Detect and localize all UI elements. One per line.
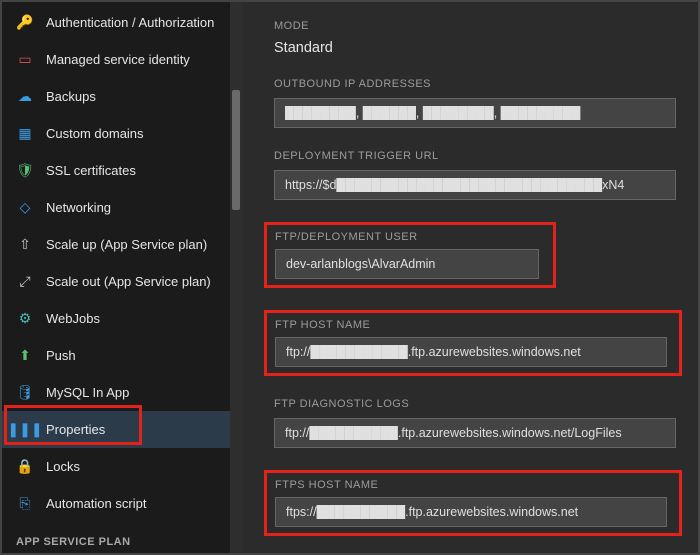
sidebar-item-label: Managed service identity <box>46 52 190 67</box>
section-header-app-service-plan: APP SERVICE PLAN <box>2 522 242 553</box>
sidebar-item-webjobs[interactable]: ⚙ WebJobs <box>2 300 242 337</box>
sidebar-item-ssl-certificates[interactable]: 🛡 SSL certificates <box>2 152 242 189</box>
sidebar-item-authentication-authorization[interactable]: 🔑 Authentication / Authorization <box>2 4 242 41</box>
field-outbound-ips: OUTBOUND IP ADDRESSES <box>274 78 676 128</box>
sidebar-item-label: WebJobs <box>46 311 100 326</box>
app-root: 🔑 Authentication / Authorization ▭ Managed … <box>0 0 700 555</box>
sidebar-item-scale-up-app-service-plan[interactable]: ⇧ Scale up (App Service plan) <box>2 226 242 263</box>
id-icon: ▭ <box>16 51 34 69</box>
field-ftps-host: FTPS HOST NAME <box>264 470 682 536</box>
label-ftp-user: FTP/DEPLOYMENT USER <box>275 231 545 243</box>
sidebar-item-mysql-in-app[interactable]: 🛢 MySQL In App <box>2 374 242 411</box>
sidebar-item-label: Backups <box>46 89 96 104</box>
sidebar-list: 🔑 Authentication / Authorization ▭ Managed … <box>2 2 242 522</box>
input-ftp-user[interactable] <box>275 249 539 279</box>
domain-icon: ▦ <box>16 125 34 143</box>
field-ftp-user: FTP/DEPLOYMENT USER <box>264 222 556 288</box>
sidebar-item-label: Scale up (App Service plan) <box>46 237 207 252</box>
input-ftp-host[interactable] <box>275 337 667 367</box>
label-mode: MODE <box>274 20 676 32</box>
value-mode: Standard <box>274 40 676 56</box>
sidebar-item-label: Networking <box>46 200 111 215</box>
sidebar-item-label: Push <box>46 348 76 363</box>
label-outbound-ips: OUTBOUND IP ADDRESSES <box>274 78 676 90</box>
scrollbar-track[interactable] <box>230 2 242 553</box>
scrollbar-thumb[interactable] <box>232 90 240 210</box>
sidebar-item-label: Custom domains <box>46 126 144 141</box>
scale-up-icon: ⇧ <box>16 236 34 254</box>
network-icon: ◇ <box>16 199 34 217</box>
scale-out-icon: ⤢ <box>16 273 34 291</box>
input-outbound-ips[interactable] <box>274 98 676 128</box>
input-deployment-trigger-url[interactable] <box>274 170 676 200</box>
lock-icon: 🔒 <box>16 458 34 476</box>
push-icon: ⬆ <box>16 347 34 365</box>
content-panel: MODE Standard OUTBOUND IP ADDRESSES DEPL… <box>242 2 698 553</box>
sidebar-item-label: Locks <box>46 459 80 474</box>
label-ftps-host: FTPS HOST NAME <box>275 479 671 491</box>
sidebar-item-scale-out-app-service-plan[interactable]: ⤢ Scale out (App Service plan) <box>2 263 242 300</box>
input-ftps-host[interactable] <box>275 497 667 527</box>
label-deployment-trigger-url: DEPLOYMENT TRIGGER URL <box>274 150 676 162</box>
sidebar-item-managed-service-identity[interactable]: ▭ Managed service identity <box>2 41 242 78</box>
field-deployment-trigger-url: DEPLOYMENT TRIGGER URL <box>274 150 676 200</box>
sidebar-item-label: Authentication / Authorization <box>46 15 214 30</box>
sidebar-item-locks[interactable]: 🔒 Locks <box>2 448 242 485</box>
mysql-icon: 🛢 <box>16 384 34 402</box>
sidebar-item-push[interactable]: ⬆ Push <box>2 337 242 374</box>
label-ftp-diag: FTP DIAGNOSTIC LOGS <box>274 398 676 410</box>
properties-icon: ❚❚❚ <box>16 421 34 439</box>
label-ftp-host: FTP HOST NAME <box>275 319 671 331</box>
sidebar-item-automation-script[interactable]: ⎘ Automation script <box>2 485 242 522</box>
sidebar-item-label: SSL certificates <box>46 163 136 178</box>
sidebar: 🔑 Authentication / Authorization ▭ Managed … <box>2 2 242 553</box>
sidebar-item-networking[interactable]: ◇ Networking <box>2 189 242 226</box>
script-icon: ⎘ <box>16 495 34 513</box>
input-ftp-diag[interactable] <box>274 418 676 448</box>
sidebar-item-custom-domains[interactable]: ▦ Custom domains <box>2 115 242 152</box>
sidebar-item-label: Scale out (App Service plan) <box>46 274 211 289</box>
webjobs-icon: ⚙ <box>16 310 34 328</box>
sidebar-item-label: Automation script <box>46 496 146 511</box>
sidebar-item-properties[interactable]: ❚❚❚ Properties <box>2 411 242 448</box>
sidebar-item-label: MySQL In App <box>46 385 129 400</box>
field-mode: MODE Standard <box>274 20 676 56</box>
key-icon: 🔑 <box>16 14 34 32</box>
field-ftp-host: FTP HOST NAME <box>264 310 682 376</box>
sidebar-item-backups[interactable]: ☁ Backups <box>2 78 242 115</box>
shield-icon: 🛡 <box>16 162 34 180</box>
field-ftp-diag: FTP DIAGNOSTIC LOGS <box>274 398 676 448</box>
sidebar-item-label: Properties <box>46 422 105 437</box>
cloud-icon: ☁ <box>16 88 34 106</box>
